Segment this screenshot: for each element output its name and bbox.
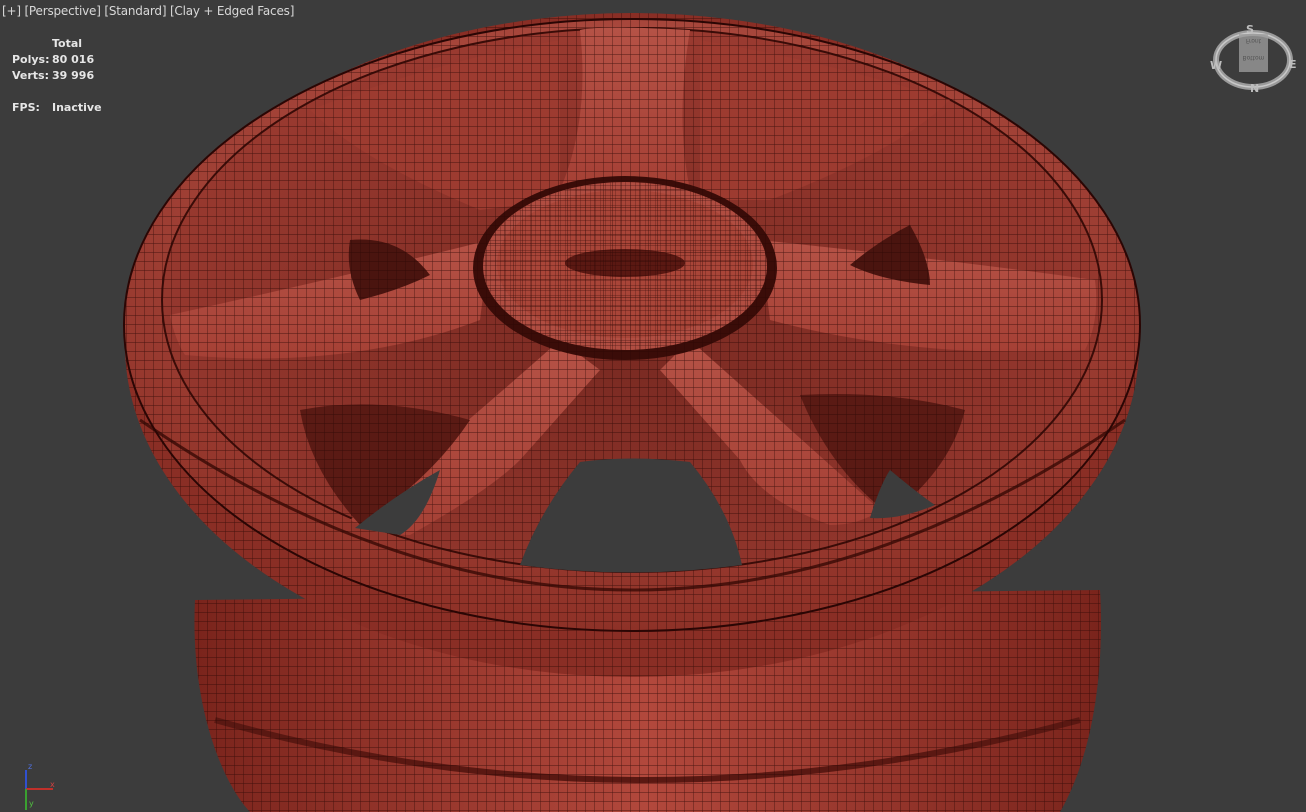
polys-label: Polys:: [12, 53, 50, 66]
verts-label: Verts:: [12, 69, 50, 82]
viewport-pov-label[interactable]: [Perspective]: [24, 4, 100, 18]
compass-north[interactable]: N: [1250, 82, 1259, 95]
stats-header: Total: [52, 37, 83, 50]
compass-south[interactable]: S: [1246, 23, 1254, 36]
axis-x-label: x: [50, 780, 55, 789]
axis-y-label: y: [29, 799, 34, 808]
wheel-model[interactable]: [0, 0, 1306, 812]
fps-label: FPS:: [12, 101, 40, 114]
compass-west[interactable]: W: [1210, 59, 1222, 72]
viewport-menu-plus[interactable]: [+]: [2, 4, 21, 18]
edged-faces-overlay: [124, 13, 1140, 812]
polys-value: 80 016: [52, 53, 95, 66]
fps-value: Inactive: [52, 101, 102, 114]
compass-east[interactable]: E: [1289, 58, 1297, 71]
perspective-viewport[interactable]: [+] [Perspective] [Standard] [Clay + Edg…: [0, 0, 1306, 812]
viewcube-face-top-label: Front: [1245, 37, 1262, 44]
viewcube-face[interactable]: Front Bottom: [1239, 34, 1268, 72]
verts-value: 39 996: [52, 69, 95, 82]
viewport-shading-label[interactable]: [Clay + Edged Faces]: [170, 4, 294, 18]
statistics-overlay: Total Polys: 80 016 Verts: 39 996 FPS: Inac…: [12, 36, 102, 116]
axis-z-label: z: [28, 762, 33, 771]
viewcube-face-main-label: Bottom: [1242, 54, 1265, 61]
viewcube[interactable]: Front Bottom S W E N: [1200, 20, 1306, 100]
viewport-standard-label[interactable]: [Standard]: [104, 4, 166, 18]
axis-tripod: z x y: [15, 762, 60, 812]
viewport-label[interactable]: [+] [Perspective] [Standard] [Clay + Edg…: [2, 4, 294, 18]
